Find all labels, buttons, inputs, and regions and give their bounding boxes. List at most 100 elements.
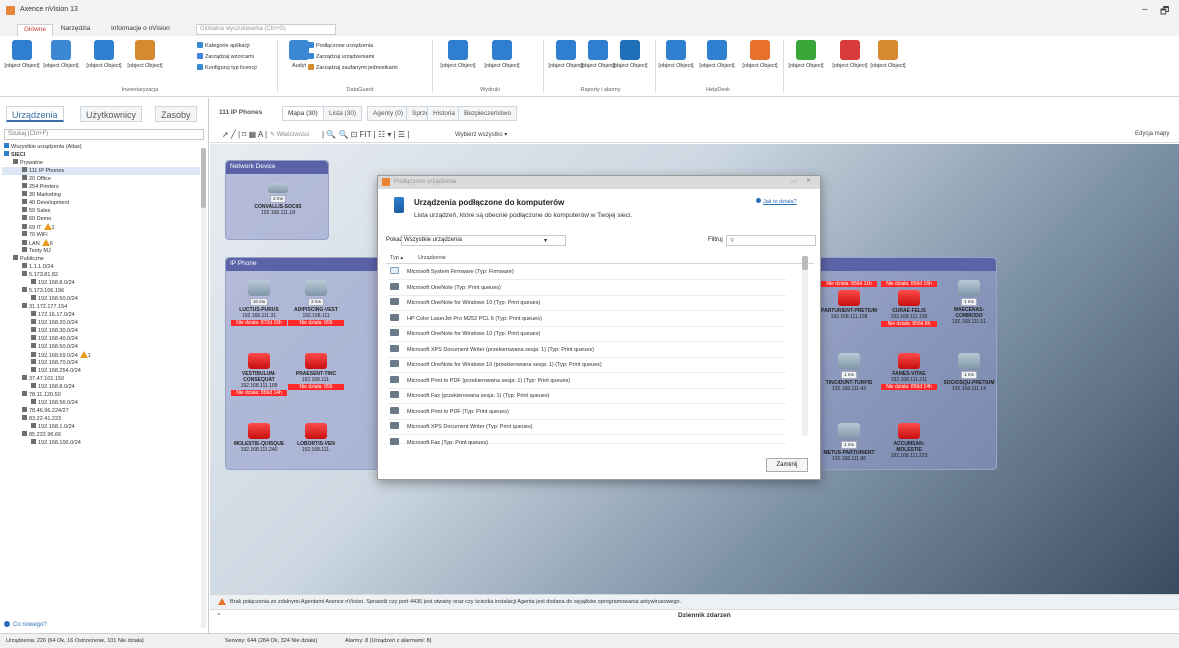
tree-item[interactable]: 20 Office — [2, 175, 200, 183]
tree-item[interactable]: 70 WiFi — [2, 231, 200, 239]
tree-item[interactable]: 172.16.17.0/24 — [2, 311, 200, 319]
tree-item[interactable]: 192.168.50.0/24 — [2, 343, 200, 351]
tree-item[interactable]: Testy MJ — [2, 247, 200, 255]
col-typ[interactable]: Typ ▴ — [390, 255, 403, 261]
tree-item[interactable]: LAN 6 — [2, 239, 200, 247]
dialog-maximize-button[interactable]: ▭ — [791, 178, 797, 185]
tree-item[interactable]: 192.168.30.0/24 — [2, 327, 200, 335]
device-row[interactable]: Microsoft Fax (przekierowana sesja: 1) (… — [388, 389, 786, 404]
help-link[interactable]: Jak to działa? — [756, 198, 797, 205]
messages-button[interactable]: [object Object] — [697, 40, 737, 69]
tree-item[interactable]: 1.1.1.0/24 — [2, 263, 200, 271]
device-row[interactable]: Microsoft OneNote for Windows 10 (przeki… — [388, 358, 786, 373]
tree-item[interactable]: 40 Development — [2, 199, 200, 207]
tree-item[interactable]: 30 Marketing — [2, 191, 200, 199]
expand-icon[interactable]: ⌃ — [216, 612, 221, 620]
tab-main-0[interactable]: 111 IP Phones — [214, 106, 267, 121]
device-row[interactable]: Microsoft Fax (Typ: Print queues) — [388, 436, 786, 446]
edit-map-toggle[interactable]: Edycja mapy — [1135, 131, 1169, 137]
phone-node[interactable]: Nie działa: 856d 16h CURAE-FELIS 192.168.1… — [881, 280, 937, 327]
global-search-input[interactable]: Globalna wyszukiwarka (Ctrl+G) — [196, 24, 336, 35]
alarms-button[interactable]: [object Object] — [610, 40, 650, 69]
tree-item[interactable]: 192.168.40.0/24 — [2, 335, 200, 343]
protocol-button[interactable]: [object Object] — [2, 40, 42, 69]
tree-item[interactable]: 192.168.8.0/24 — [2, 279, 200, 287]
msi-button[interactable]: [object Object] — [41, 40, 81, 69]
tab-narzedzia[interactable]: Narzędzia — [55, 24, 96, 36]
device-node[interactable]: 2 ms CONVALLIS-SOCIIS 192.168.111.18 — [250, 183, 306, 216]
device-row[interactable]: Microsoft Print to PDF (przekierowana se… — [388, 374, 786, 389]
phone-node[interactable]: LOBORTIS-VEN 192.168.111. — [288, 423, 344, 453]
properties-button[interactable]: ✎ Właściwości — [270, 131, 309, 138]
phone-node[interactable]: PRAESENT-TINC 192.168.111. Nie działa: 856 — [288, 353, 344, 390]
license-type-button[interactable]: Konfiguruj typ licencji — [197, 64, 257, 71]
manage-devices-button[interactable]: Zarządzaj urządzeniami — [308, 53, 374, 60]
tab-main-2[interactable]: Lista (30) — [323, 106, 363, 121]
dialog-close-icon[interactable]: ✕ — [806, 177, 811, 184]
connected-devices-button[interactable]: Podłączone urządzenia — [308, 42, 373, 49]
tree-item[interactable]: 192.168.69.0/24 1 — [2, 351, 200, 359]
tab-glowne[interactable]: Główne — [17, 24, 54, 36]
trusted-units-button[interactable]: Zarządzaj zaufanymi jednostkami — [308, 64, 398, 71]
scrollbar-thumb[interactable] — [201, 148, 206, 208]
search-input[interactable]: Szukaj (Ctrl+F) — [4, 129, 204, 140]
list-scrollbar[interactable] — [802, 256, 808, 436]
options-button[interactable]: [object Object] — [868, 40, 908, 69]
phone-node[interactable]: 16 ms LUCTUS-PURUS 192.168.111.31 Nie dział… — [231, 280, 287, 326]
tree-item[interactable]: SIECI — [2, 151, 200, 159]
close-button[interactable]: Zamknij — [766, 458, 808, 472]
tree-item[interactable]: 5.173.81.82 — [2, 271, 200, 279]
minimize-button[interactable]: – — [1142, 4, 1148, 15]
tab-uzytkownicy[interactable]: Użytkownicy — [80, 106, 143, 122]
tree-item[interactable]: 78.46.96.224/27 — [2, 407, 200, 415]
tab-informacje[interactable]: Informacje o nVision — [105, 24, 176, 36]
tree-item[interactable]: 69 IT 1 — [2, 223, 200, 231]
phone-node[interactable]: MOLESTIE-QUISQUE 192.168.111.240 — [231, 423, 287, 453]
tree-item[interactable]: 85.222.96.66 — [2, 431, 200, 439]
show-select[interactable]: Wszystkie urządzenia ▾ — [401, 235, 566, 246]
smarttime-button[interactable]: [object Object] — [786, 40, 826, 69]
device-row[interactable]: Microsoft Print to PDF (Typ: Print queue… — [388, 405, 786, 420]
distribution-button[interactable]: [object Object] — [656, 40, 696, 69]
device-row[interactable]: Microsoft XPS Document Writer (przekiero… — [388, 343, 786, 358]
tree-item[interactable]: Wszystkie urządzenia (Atlas) — [2, 143, 200, 151]
filter-input[interactable]: ⚲ — [726, 235, 816, 246]
tree-item[interactable]: 192.168.254.0/24 — [2, 367, 200, 375]
col-urzadzenie[interactable]: Urządzenie — [418, 255, 446, 261]
select-all-button[interactable]: Wybierz wszystko ▾ — [455, 131, 507, 138]
pointer-tool-icon[interactable]: ➚ ╱ | ⌑ ▦ A | — [222, 130, 267, 139]
phone-node[interactable]: ACCUMSAN-MOLESTIE 192.168.111.223 — [881, 423, 937, 459]
helpdesk-button[interactable]: [object Object] — [740, 40, 780, 69]
phone-node[interactable]: 1 ms METUS-PARTURIENT 192.168.111.96 — [821, 423, 877, 462]
tab-main-6[interactable]: Bezpieczeństwo — [458, 106, 517, 121]
print-audit-button[interactable]: [object Object] — [438, 40, 478, 69]
device-row[interactable]: HP Color LaserJet Pro M252 PCL 6 (Typ: P… — [388, 312, 786, 327]
phone-node[interactable]: FAMES-VITAE 192.168.111.211 Nie działa: 85… — [881, 353, 937, 390]
tree-item[interactable]: 37.47.101.150 — [2, 375, 200, 383]
tab-urzadzenia[interactable]: Urządzenia — [6, 106, 64, 122]
device-row[interactable]: Microsoft System Firmware (Typ: Firmware… — [388, 265, 786, 280]
tree-item[interactable]: 192.168.70.0/24 — [2, 359, 200, 367]
tree-item[interactable]: Prywatne — [2, 159, 200, 167]
print-cost-button[interactable]: [object Object] — [482, 40, 522, 69]
tree-item[interactable]: 192.168.50.0/24 — [2, 295, 200, 303]
tree-item[interactable]: 192.168.8.0/24 — [2, 383, 200, 391]
tree-item[interactable]: Publiczne — [2, 255, 200, 263]
app-categories-button[interactable]: Kategorie aplikacji — [197, 42, 250, 49]
barcode-button[interactable]: [object Object] — [84, 40, 124, 69]
maximize-button[interactable]: 🗗 — [1160, 4, 1169, 21]
phone-node[interactable]: 2 ms ADIPISCING-VEST 192.168.111 Nie działa… — [288, 280, 344, 326]
phone-node[interactable]: 1 ms SOCIOSQU-PRETIUM 192.168.111.14 — [941, 353, 997, 392]
event-log-panel[interactable]: ⌃ Dziennik zdarzeń — [210, 609, 1179, 622]
tab-main-3[interactable]: Agenty (0) — [367, 106, 409, 121]
manage-patterns-button[interactable]: Zarządzaj wzorcami — [197, 53, 254, 60]
tree-item[interactable]: 192.168.20.0/24 — [2, 319, 200, 327]
admincenter-button[interactable]: [object Object] — [830, 40, 870, 69]
tree-item[interactable]: 78.11.120.50 — [2, 391, 200, 399]
device-row[interactable]: Microsoft OneNote for Windows 10 (Typ: P… — [388, 327, 786, 342]
tree-item[interactable]: 111 IP Phones — [2, 167, 200, 175]
phone-node[interactable]: Nie działa: 856d 11h PARTURIENT-PRETIUM 19… — [821, 280, 877, 320]
phone-node[interactable]: 1 ms MAECENAS-COMMODO 192.168.111.51 — [941, 280, 997, 325]
scrollbar-thumb[interactable] — [802, 256, 808, 270]
tree-item[interactable]: 83.22.41.223 — [2, 415, 200, 423]
